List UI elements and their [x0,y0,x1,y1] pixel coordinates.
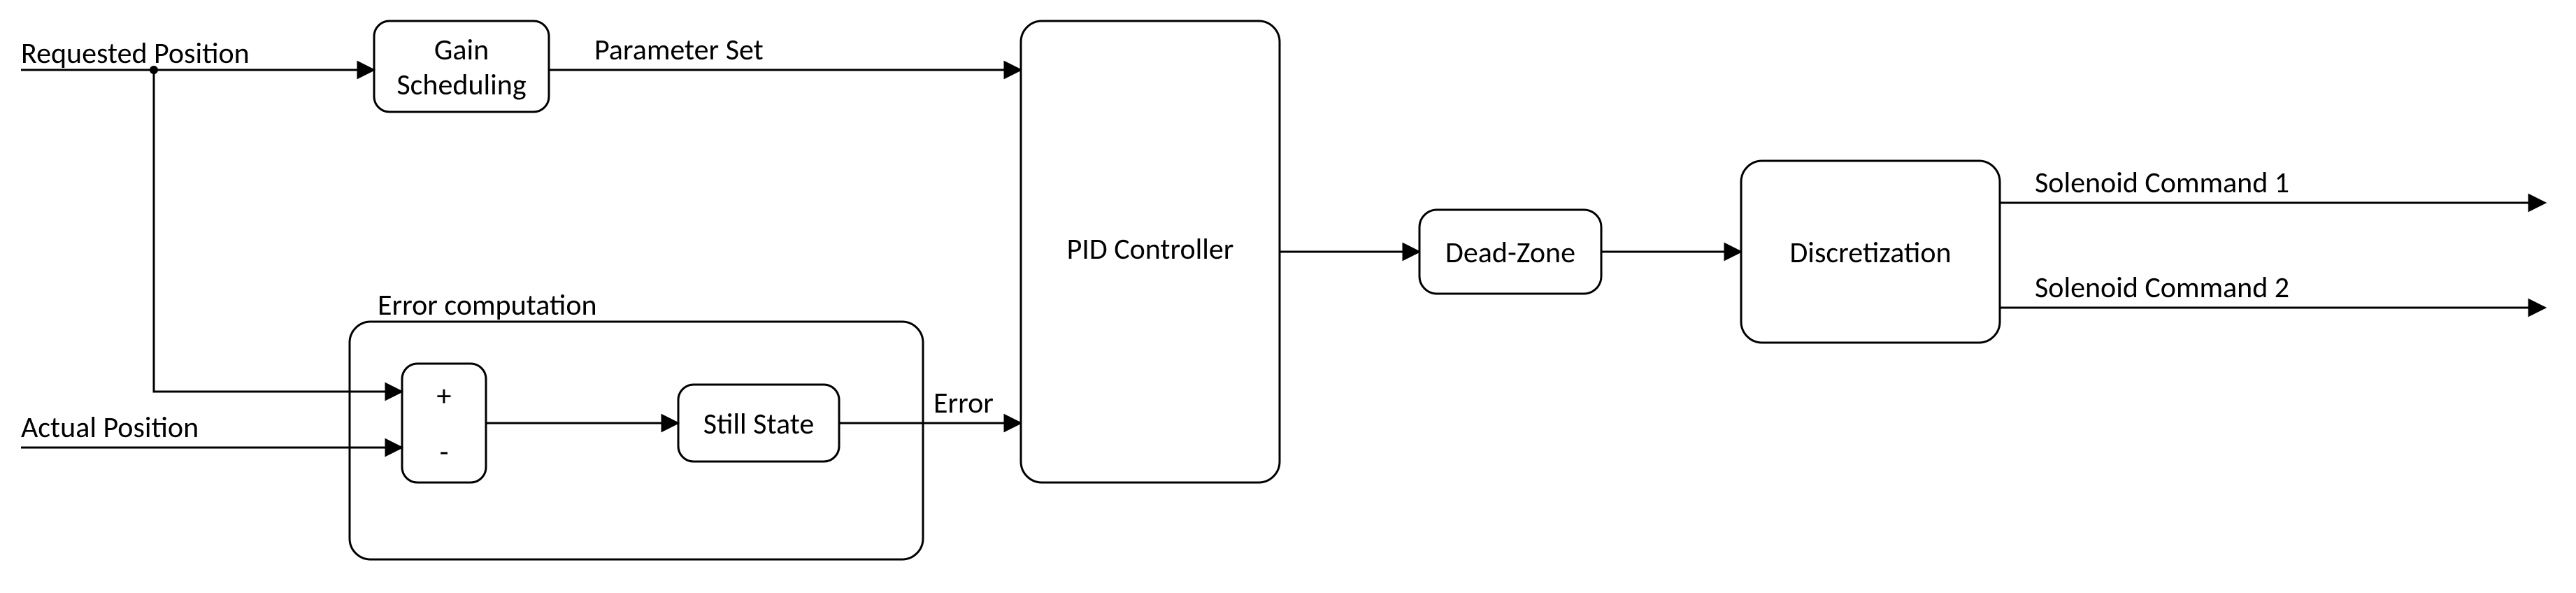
dead-zone-label: Dead-Zone [1445,235,1575,271]
solenoid-command-2-label: Solenoid Command 2 [2035,270,2289,306]
gain-scheduling-text1: Gain [434,32,489,68]
error-computation-label: Error computation [378,287,597,323]
sum-minus-label: - [440,434,449,470]
actual-position-label: Actual Position [21,410,199,445]
parameter-set-label: Parameter Set [594,32,764,68]
pid-controller-label: PID Controller [1067,231,1234,267]
sum-plus-label: + [437,378,452,414]
still-state-label: Still State [703,406,815,442]
gain-scheduling-text2: Scheduling [396,67,526,103]
error-signal-label: Error [933,385,994,421]
requested-position-label: Requested Position [21,36,250,71]
control-block-diagram: Requested Position Actual Position Gain … [0,0,2576,593]
discretization-label: Discretization [1789,235,1951,271]
solenoid-command-1-label: Solenoid Command 1 [2035,165,2289,201]
